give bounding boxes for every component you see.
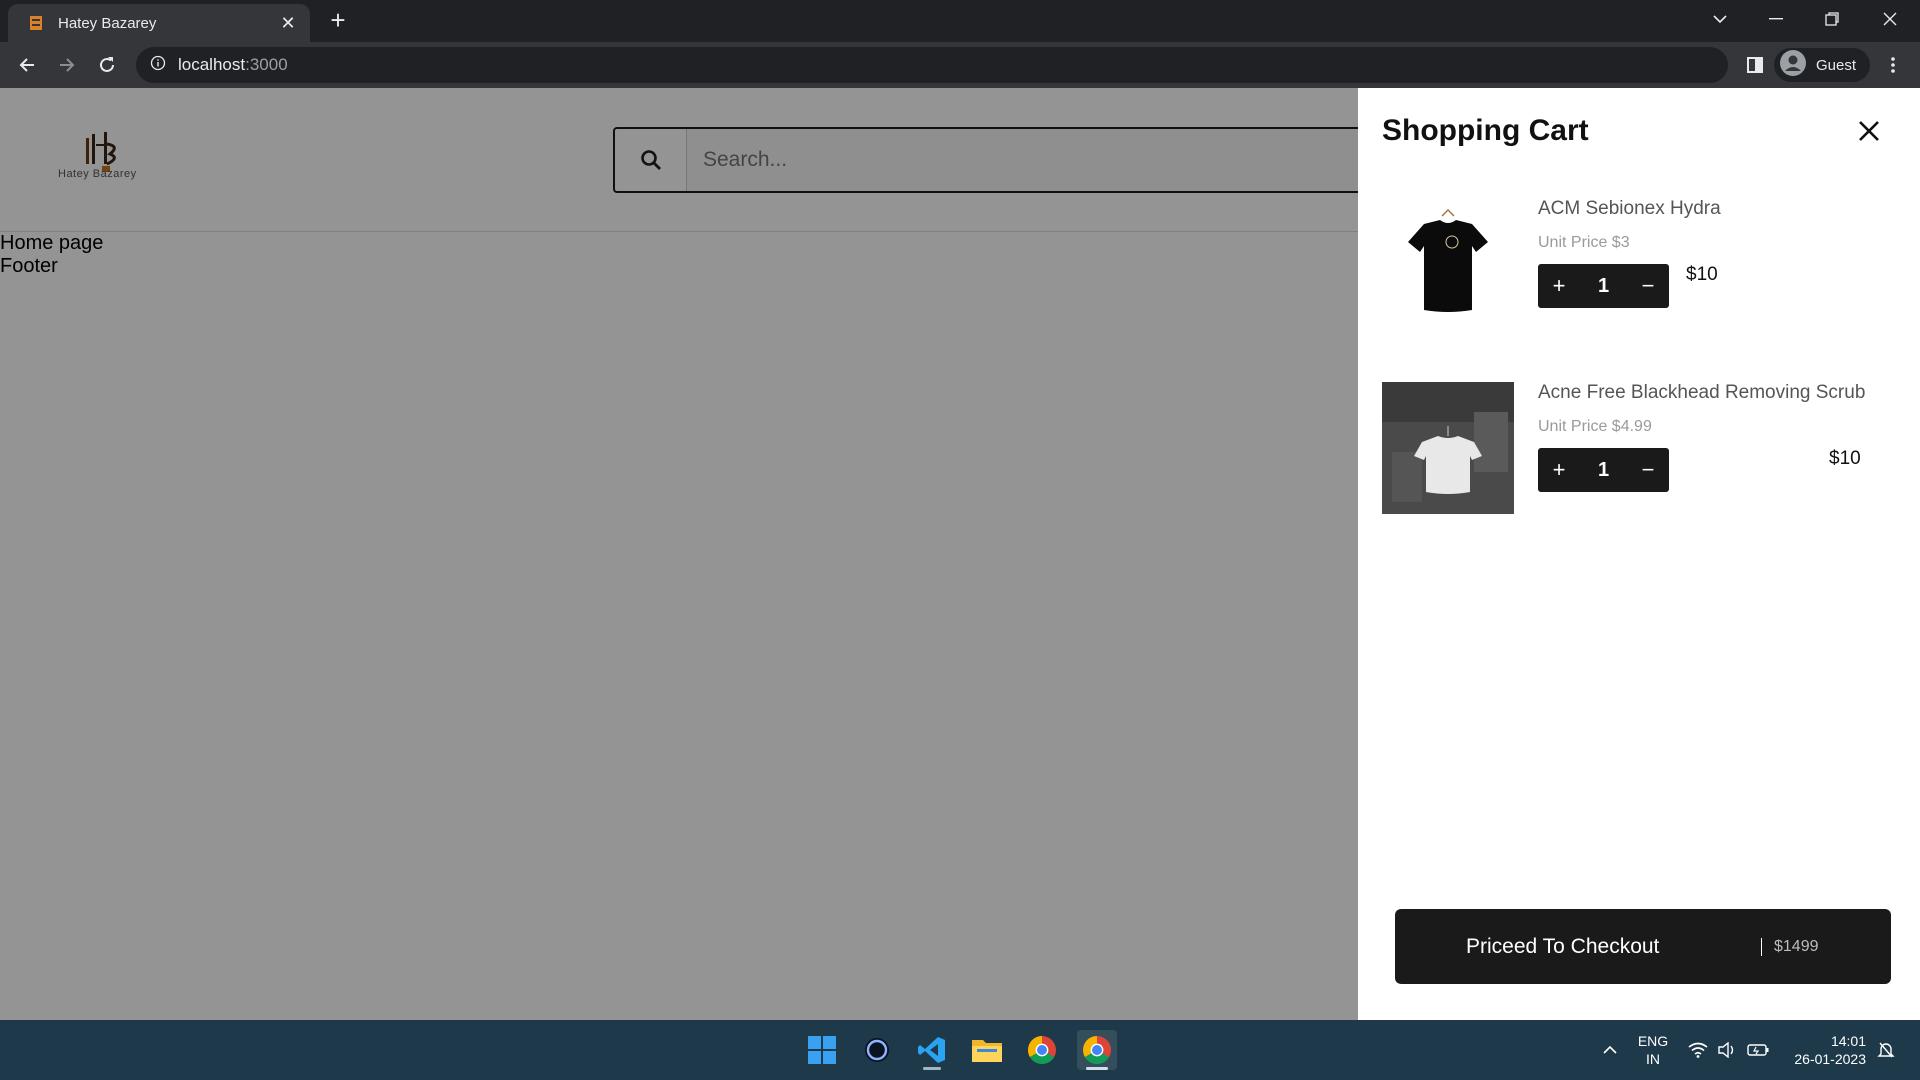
increase-quantity-button[interactable]: +: [1538, 273, 1580, 299]
profile-button[interactable]: Guest: [1774, 48, 1870, 82]
side-panel-icon[interactable]: [1740, 50, 1770, 80]
battery-icon[interactable]: [1742, 1030, 1774, 1070]
tab-title: Hatey Bazarey: [58, 14, 157, 32]
cortana-icon[interactable]: [857, 1030, 897, 1070]
chrome-icon[interactable]: [1022, 1030, 1062, 1070]
tab-search-icon[interactable]: [1692, 0, 1748, 38]
cart-item: ACM Sebionex Hydra Unit Price $3 + 1 − $…: [1382, 198, 1902, 330]
vscode-icon[interactable]: [912, 1030, 952, 1070]
checkout-divider: [1761, 937, 1762, 956]
browser-tab-strip: Hatey Bazarey ✕ +: [0, 0, 1920, 42]
windows-start-icon[interactable]: [802, 1030, 842, 1070]
chrome-icon[interactable]: [1077, 1030, 1117, 1070]
product-name: Acne Free Blackhead Removing Scrub: [1538, 382, 1866, 403]
address-port: :3000: [245, 55, 288, 74]
running-indicator: [923, 1067, 941, 1070]
notification-icon[interactable]: [1870, 1030, 1902, 1070]
decrease-quantity-button[interactable]: −: [1627, 457, 1669, 483]
checkout-button[interactable]: Priceed To Checkout $1499: [1395, 909, 1891, 984]
cart-item: Acne Free Blackhead Removing Scrub Unit …: [1382, 382, 1902, 514]
address-bar[interactable]: localhost:3000: [136, 47, 1728, 83]
tab-close-icon[interactable]: ✕: [278, 13, 298, 34]
product-image: [1382, 382, 1514, 514]
close-cart-icon[interactable]: [1852, 114, 1886, 148]
product-name: ACM Sebionex Hydra: [1538, 198, 1721, 219]
unit-price: Unit Price $3: [1538, 234, 1630, 251]
volume-icon[interactable]: [1712, 1030, 1742, 1070]
site-favicon-icon: [28, 15, 44, 31]
more-menu-icon[interactable]: [1878, 50, 1908, 80]
checkout-total: $1499: [1774, 937, 1819, 955]
product-image: [1382, 198, 1514, 330]
browser-tab[interactable]: Hatey Bazarey ✕: [8, 4, 310, 42]
language-code: ENG: [1637, 1033, 1669, 1049]
quantity-stepper: + 1 −: [1538, 448, 1669, 492]
minimize-icon[interactable]: [1748, 0, 1804, 38]
avatar-icon: [1780, 49, 1806, 81]
checkout-label: Priceed To Checkout: [1466, 934, 1660, 958]
clock[interactable]: 14:01 26-01-2023: [1784, 1032, 1866, 1068]
quantity-value: 1: [1597, 274, 1610, 297]
address-host: localhost: [178, 55, 246, 74]
profile-label: Guest: [1816, 56, 1857, 74]
forward-icon[interactable]: [52, 50, 82, 80]
close-window-icon[interactable]: [1862, 0, 1918, 38]
increase-quantity-button[interactable]: +: [1538, 457, 1580, 483]
backdrop-overlay[interactable]: [0, 88, 1358, 1020]
active-indicator: [1086, 1067, 1108, 1070]
quantity-stepper: + 1 −: [1538, 264, 1669, 308]
reload-icon[interactable]: [92, 50, 122, 80]
taskbar: ENG IN 14:01 26-01-2023: [0, 1020, 1920, 1080]
clock-time: 14:01: [1830, 1033, 1866, 1049]
shopping-cart-drawer: Shopping Cart ACM Sebionex Hydra Unit Pr…: [1358, 88, 1920, 1020]
restore-icon[interactable]: [1804, 0, 1860, 38]
browser-toolbar: localhost:3000 Guest: [0, 42, 1920, 88]
chevron-up-icon[interactable]: [1590, 1030, 1630, 1070]
clock-date: 26-01-2023: [1794, 1051, 1866, 1067]
region-code: IN: [1646, 1051, 1660, 1067]
new-tab-button[interactable]: +: [324, 6, 352, 34]
back-icon[interactable]: [12, 50, 42, 80]
item-price: $10: [1686, 264, 1718, 285]
cart-title: Shopping Cart: [1382, 114, 1589, 147]
site-info-icon[interactable]: [150, 55, 166, 76]
decrease-quantity-button[interactable]: −: [1627, 273, 1669, 299]
file-explorer-icon[interactable]: [967, 1030, 1007, 1070]
language-indicator[interactable]: ENG IN: [1630, 1032, 1676, 1068]
quantity-value: 1: [1597, 458, 1610, 481]
wifi-icon[interactable]: [1680, 1030, 1716, 1070]
unit-price: Unit Price $4.99: [1538, 418, 1652, 435]
item-price: $10: [1829, 448, 1861, 469]
